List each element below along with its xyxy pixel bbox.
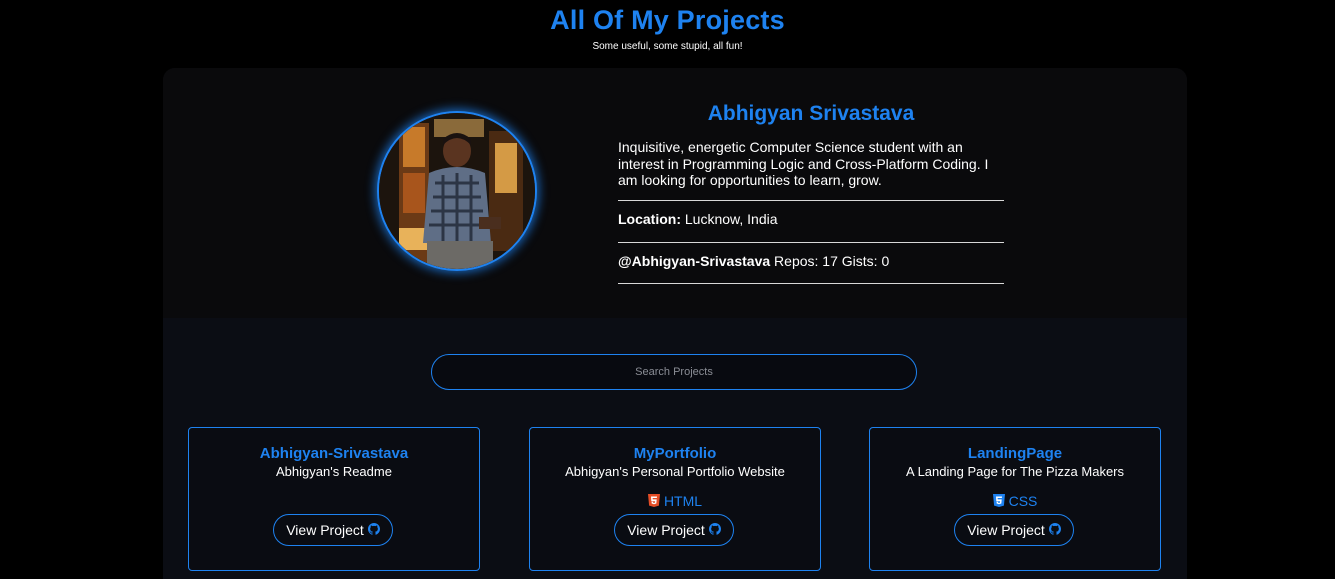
location-line: Location: Lucknow, India <box>618 211 1004 227</box>
main-container: Abhigyan Srivastava Inquisitive, energet… <box>163 68 1187 579</box>
avatar <box>377 111 537 271</box>
profile-bio: Inquisitive, energetic Computer Science … <box>618 139 989 188</box>
project-card: LandingPage A Landing Page for The Pizza… <box>869 427 1161 571</box>
github-handle: @Abhigyan-Srivastava <box>618 253 771 269</box>
divider <box>618 200 1004 201</box>
location-label: Location: <box>618 211 681 227</box>
avatar-photo <box>379 113 535 269</box>
view-project-button[interactable]: View Project <box>273 514 393 546</box>
project-language: HTML <box>530 493 820 510</box>
github-stats-line: @Abhigyan-Srivastava Repos: 17 Gists: 0 <box>618 253 1004 269</box>
project-description: Abhigyan's Personal Portfolio Website <box>565 464 785 479</box>
view-project-label: View Project <box>967 522 1045 538</box>
css3-icon <box>992 494 1005 510</box>
project-title: MyPortfolio <box>633 445 717 462</box>
project-description: Abhigyan's Readme <box>276 464 392 479</box>
page-title: All Of My Projects <box>550 5 785 35</box>
page: All Of My Projects Some useful, some stu… <box>0 0 1335 579</box>
project-language-label: CSS <box>1008 493 1038 509</box>
location-value: Lucknow, India <box>684 211 778 227</box>
profile-section: Abhigyan Srivastava Inquisitive, energet… <box>163 68 1187 318</box>
view-project-label: View Project <box>627 522 705 538</box>
project-card: MyPortfolio Abhigyan's Personal Portfoli… <box>529 427 821 571</box>
github-icon <box>1048 522 1061 538</box>
github-icon <box>708 522 721 538</box>
project-description: A Landing Page for The Pizza Makers <box>906 464 1124 479</box>
gists-count: 0 <box>881 253 890 269</box>
view-project-label: View Project <box>286 522 364 538</box>
search-input[interactable] <box>431 354 917 390</box>
github-icon <box>367 522 380 538</box>
project-title: LandingPage <box>967 445 1063 462</box>
page-subtitle: Some useful, some stupid, all fun! <box>592 41 743 52</box>
html5-icon <box>647 494 660 510</box>
divider <box>618 283 1004 284</box>
project-language-label: HTML <box>663 493 703 509</box>
repos-count: 17 <box>822 253 838 269</box>
project-card: Abhigyan-Srivastava Abhigyan's Readme Vi… <box>188 427 480 571</box>
repos-label: Repos: <box>774 253 819 269</box>
gists-label: Gists: <box>841 253 878 269</box>
divider <box>618 242 1004 243</box>
profile-name: Abhigyan Srivastava <box>707 102 915 125</box>
project-language: CSS <box>870 493 1160 510</box>
project-title: Abhigyan-Srivastava <box>259 445 409 462</box>
view-project-button[interactable]: View Project <box>614 514 734 546</box>
view-project-button[interactable]: View Project <box>954 514 1074 546</box>
